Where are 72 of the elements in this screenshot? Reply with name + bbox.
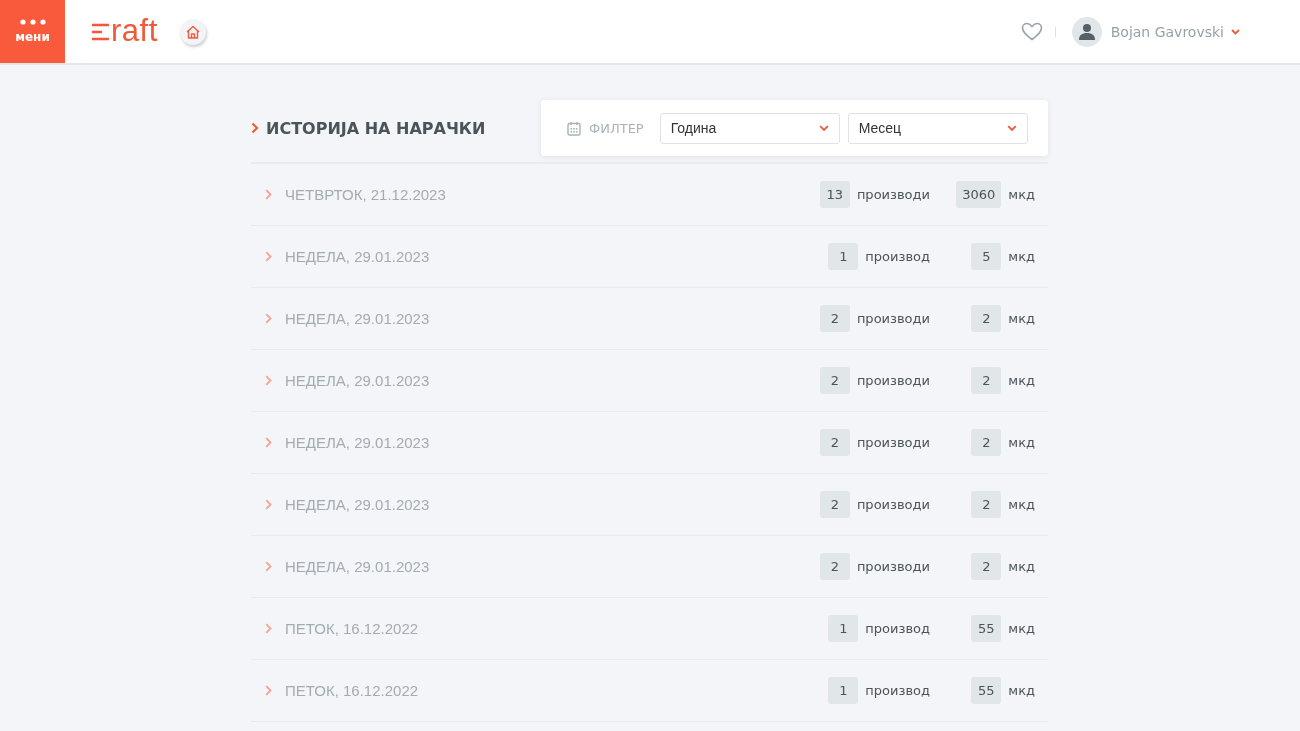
currency-label: мкд [1008, 559, 1035, 574]
dots-icon [19, 19, 46, 25]
order-amount: 2 [971, 367, 1002, 394]
product-count: 2 [819, 305, 850, 332]
product-count: 2 [819, 429, 850, 456]
currency-label: мкд [1008, 249, 1035, 264]
order-date[interactable]: НЕДЕЛА, 29.01.2023 [285, 558, 820, 575]
calendar-icon [567, 120, 581, 136]
order-date[interactable]: НЕДЕЛА, 29.01.2023 [285, 434, 820, 451]
count-unit: производи [856, 559, 930, 574]
currency-label: мкд [1008, 187, 1035, 202]
currency-label: мкд [1008, 435, 1035, 450]
currency-label: мкд [1008, 497, 1035, 512]
user-name[interactable]: Bojan Gavrovski [1110, 23, 1224, 40]
count-unit: производи [856, 497, 930, 512]
product-count: 2 [819, 491, 850, 518]
currency-label: мкд [1008, 373, 1035, 388]
logo-text[interactable]: raft [111, 14, 158, 49]
product-count: 2 [819, 553, 850, 580]
order-date[interactable]: НЕДЕЛА, 29.01.2023 [285, 310, 820, 327]
order-amount: 2 [971, 491, 1002, 518]
chevron-icon[interactable] [265, 499, 272, 510]
chevron-icon[interactable] [265, 685, 272, 696]
order-amount: 2 [971, 429, 1002, 456]
order-amount: 55 [971, 615, 1002, 642]
logo-lines-icon [92, 21, 110, 42]
count-unit: производи [856, 373, 930, 388]
heart-icon[interactable] [1020, 22, 1043, 41]
chevron-icon[interactable] [265, 251, 272, 262]
filter-label: ФИЛТЕР [589, 120, 644, 136]
product-count: 1 [828, 677, 859, 704]
dropdown[interactable]: Година [659, 112, 840, 144]
chevron-icon[interactable] [265, 375, 272, 386]
menu-button[interactable]: мени [0, 0, 65, 63]
caret-icon [818, 124, 829, 132]
order-amount: 55 [971, 677, 1002, 704]
avatar-icon[interactable] [1071, 16, 1102, 47]
chevron-icon[interactable] [265, 561, 272, 572]
order-amount: 2 [971, 305, 1002, 332]
currency-label: мкд [1008, 311, 1035, 326]
home-button[interactable] [179, 18, 206, 45]
dropdown[interactable]: Месец [847, 112, 1028, 144]
chevron-icon[interactable] [265, 313, 272, 324]
currency-label: мкд [1008, 683, 1035, 698]
chevron-icon [251, 122, 259, 134]
order-amount: 5 [971, 243, 1002, 270]
order-date[interactable]: ПЕТОК, 16.12.2022 [285, 620, 829, 637]
product-count: 1 [828, 243, 859, 270]
product-count: 13 [819, 181, 850, 208]
caret-icon[interactable] [1231, 28, 1240, 35]
home-icon [184, 23, 201, 40]
product-count: 2 [819, 367, 850, 394]
chevron-icon[interactable] [265, 623, 272, 634]
page-title: ИСТОРИЈА НА НАРАЧКИ [266, 118, 486, 138]
currency-label: мкд [1008, 621, 1035, 636]
count-unit: производи [856, 187, 930, 202]
order-date[interactable]: ПЕТОК, 16.12.2022 [285, 682, 829, 699]
caret-icon [1006, 124, 1017, 132]
product-count: 1 [828, 615, 859, 642]
count-unit: производ [865, 249, 930, 264]
count-unit: производи [856, 435, 930, 450]
order-date[interactable]: НЕДЕЛА, 29.01.2023 [285, 372, 820, 389]
order-date[interactable]: НЕДЕЛА, 29.01.2023 [285, 248, 829, 265]
chevron-icon[interactable] [265, 437, 272, 448]
order-date[interactable]: НЕДЕЛА, 29.01.2023 [285, 496, 820, 513]
chevron-icon[interactable] [265, 189, 272, 200]
order-date[interactable]: ЧЕТВРТОК, 21.12.2023 [285, 186, 820, 203]
count-unit: производи [856, 311, 930, 326]
count-unit: производ [865, 621, 930, 636]
order-amount: 3060 [956, 181, 1002, 208]
count-unit: производ [865, 683, 930, 698]
order-amount: 2 [971, 553, 1002, 580]
